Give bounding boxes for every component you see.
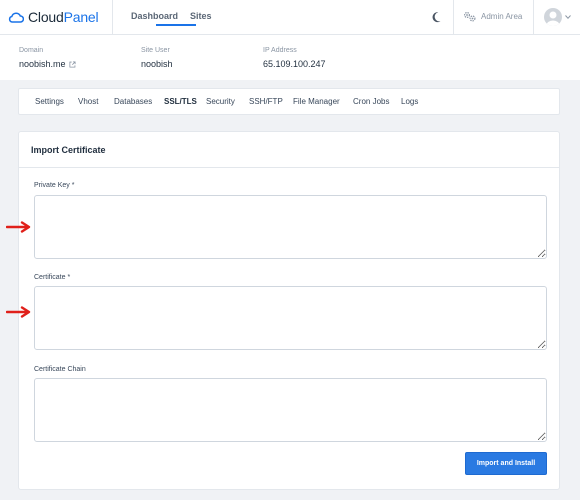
tab-file-manager[interactable]: File Manager bbox=[293, 97, 340, 106]
ip-address-value: 65.109.100.247 bbox=[263, 59, 326, 69]
certificate-chain-label: Certificate Chain bbox=[34, 366, 86, 373]
tab-settings[interactable]: Settings bbox=[35, 97, 64, 106]
tab-ssl-tls[interactable]: SSL/TLS bbox=[164, 97, 197, 106]
top-navbar: CloudPanel Dashboard Sites Admin Area bbox=[0, 0, 580, 35]
tab-ssh-ftp[interactable]: SSH/FTP bbox=[249, 97, 283, 106]
nav-dashboard[interactable]: Dashboard bbox=[131, 11, 178, 21]
external-link-icon[interactable] bbox=[69, 60, 76, 68]
red-arrow-icon bbox=[6, 221, 31, 233]
domain-info: Domain noobish.me bbox=[19, 47, 76, 69]
user-icon bbox=[546, 11, 560, 26]
cloudpanel-logo[interactable]: CloudPanel bbox=[8, 9, 99, 25]
nav-divider bbox=[112, 0, 113, 35]
chevron-down-icon[interactable] bbox=[565, 14, 571, 20]
cloud-logo-icon bbox=[8, 12, 24, 23]
active-tab-indicator bbox=[156, 24, 196, 26]
import-and-install-button[interactable]: Import and Install bbox=[465, 452, 547, 475]
tab-databases[interactable]: Databases bbox=[114, 97, 152, 106]
tab-security[interactable]: Security bbox=[206, 97, 235, 106]
nav-divider bbox=[453, 0, 454, 35]
site-tabs: Settings Vhost Databases SSL/TLS Securit… bbox=[18, 88, 560, 115]
private-key-textarea[interactable] bbox=[34, 195, 547, 259]
certificate-label: Certificate * bbox=[34, 274, 71, 281]
red-arrow-icon bbox=[6, 306, 31, 318]
domain-value[interactable]: noobish.me bbox=[19, 59, 66, 69]
ip-address-label: IP Address bbox=[263, 47, 297, 54]
moon-icon[interactable] bbox=[432, 11, 444, 23]
nav-divider bbox=[533, 0, 534, 35]
admin-area-link[interactable]: Admin Area bbox=[463, 11, 522, 22]
logo-text-panel: Panel bbox=[63, 9, 99, 25]
logo-text-cloud: Cloud bbox=[28, 9, 64, 25]
gears-icon bbox=[463, 11, 476, 22]
tab-cron-jobs[interactable]: Cron Jobs bbox=[353, 97, 389, 106]
certificate-chain-textarea[interactable] bbox=[34, 378, 547, 442]
private-key-label: Private Key * bbox=[34, 182, 75, 189]
user-avatar[interactable] bbox=[544, 8, 562, 26]
site-user-info: Site User noobish bbox=[141, 47, 173, 69]
card-header: Import Certificate bbox=[19, 132, 559, 168]
admin-area-label: Admin Area bbox=[481, 12, 523, 21]
certificate-textarea[interactable] bbox=[34, 286, 547, 350]
domain-label: Domain bbox=[19, 47, 44, 54]
card-title: Import Certificate bbox=[31, 145, 106, 155]
nav-sites[interactable]: Sites bbox=[190, 11, 212, 21]
site-user-label: Site User bbox=[141, 47, 170, 54]
site-info-header: Domain noobish.me Site User noobish IP A… bbox=[0, 35, 580, 80]
import-certificate-card: Import Certificate Private Key * Certifi… bbox=[18, 131, 560, 490]
tab-vhost[interactable]: Vhost bbox=[78, 97, 98, 106]
tab-logs[interactable]: Logs bbox=[401, 97, 418, 106]
ip-address-info: IP Address 65.109.100.247 bbox=[263, 47, 326, 69]
site-user-value: noobish bbox=[141, 59, 173, 69]
